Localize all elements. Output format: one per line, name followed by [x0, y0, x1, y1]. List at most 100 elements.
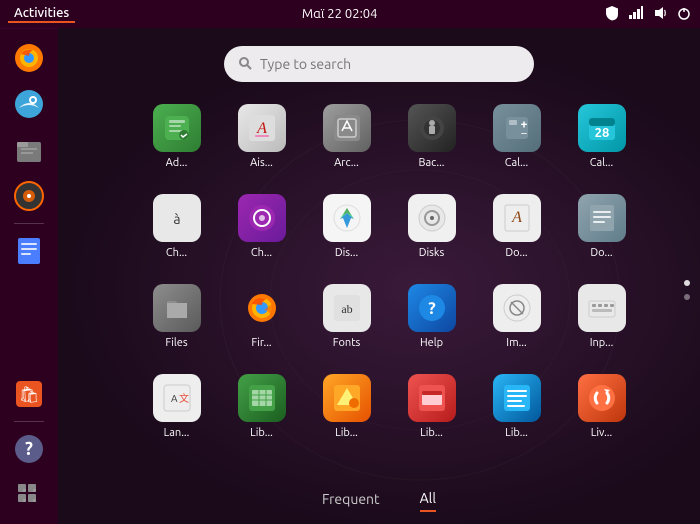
app-icon-lib-calc: [238, 374, 286, 422]
search-input[interactable]: [260, 56, 520, 72]
list-item[interactable]: Arc...: [304, 96, 389, 186]
topbar-left: Activities: [8, 6, 75, 23]
app-label: Liv...: [591, 427, 612, 439]
svg-text:ab: ab: [341, 302, 352, 316]
sidebar-item-thunderbird[interactable]: [8, 83, 50, 125]
app-label: Ch...: [166, 247, 187, 259]
list-item[interactable]: Lib...: [389, 366, 474, 456]
app-label: Do...: [505, 247, 527, 259]
list-item[interactable]: Do...: [559, 186, 644, 276]
app-label: Arc...: [334, 157, 359, 169]
svg-text:?: ?: [428, 299, 436, 318]
list-item[interactable]: ab Fonts: [304, 276, 389, 366]
svg-text:A: A: [511, 209, 522, 226]
list-item[interactable]: A文 Lan...: [134, 366, 219, 456]
app-icon-do2: [578, 194, 626, 242]
app-icon-inp: [578, 284, 626, 332]
list-item[interactable]: A Do...: [474, 186, 559, 276]
app-icon-calendar: 28: [578, 104, 626, 152]
sidebar-item-software[interactable]: 🛍: [8, 373, 50, 415]
svg-text:文: 文: [179, 392, 189, 404]
tabs-bar: Frequent All: [322, 490, 436, 512]
list-item[interactable]: Im...: [474, 276, 559, 366]
volume-icon[interactable]: [652, 5, 668, 24]
app-label: Bac...: [419, 157, 445, 169]
search-icon: [238, 56, 252, 73]
app-icon-lib-impress: [408, 374, 456, 422]
pagination-dot-1: [684, 280, 690, 286]
app-grid: Ad... A Ais... Arc... Bac... +− Cal...: [114, 96, 644, 456]
app-icon-files: [153, 284, 201, 332]
app-icon-help: ?: [408, 284, 456, 332]
list-item[interactable]: Dis...: [304, 186, 389, 276]
app-icon-bac: [408, 104, 456, 152]
list-item[interactable]: Lib...: [474, 366, 559, 456]
app-icon-disks: [408, 194, 456, 242]
list-item[interactable]: Files: [134, 276, 219, 366]
pagination-dots: [684, 280, 690, 300]
sidebar-item-help[interactable]: ?: [8, 428, 50, 470]
activities-button[interactable]: Activities: [8, 6, 75, 23]
tab-all[interactable]: All: [420, 490, 436, 512]
sidebar-item-firefox[interactable]: [8, 37, 50, 79]
sidebar-item-app-grid[interactable]: [8, 474, 50, 516]
list-item[interactable]: Disks: [389, 186, 474, 276]
app-icon-fonts: ab: [323, 284, 371, 332]
app-label: Dis...: [335, 247, 358, 259]
app-icon-lan: A文: [153, 374, 201, 422]
pagination-dot-2: [684, 294, 690, 300]
svg-text:à: à: [173, 211, 180, 227]
app-label: Ais...: [250, 157, 273, 169]
app-icon-ch2: [238, 194, 286, 242]
list-item[interactable]: A Ais...: [219, 96, 304, 186]
app-icon-dis: [323, 194, 371, 242]
sidebar-divider-2: [14, 421, 44, 422]
topbar-datetime: Μαϊ 22 02:04: [302, 7, 378, 21]
app-label: Cal...: [505, 157, 528, 169]
topbar: Activities Μαϊ 22 02:04: [0, 0, 700, 28]
app-icon-livepatch: [578, 374, 626, 422]
list-item[interactable]: à Ch...: [134, 186, 219, 276]
app-icon-ad: [153, 104, 201, 152]
list-item[interactable]: 28 Cal...: [559, 96, 644, 186]
topbar-right: [604, 5, 692, 24]
app-label: Ad...: [166, 157, 188, 169]
app-label: Ch...: [251, 247, 272, 259]
power-icon[interactable]: [676, 5, 692, 24]
app-icon-lib-writer: [493, 374, 541, 422]
app-label: Fir...: [251, 337, 271, 349]
app-label: Inp...: [590, 337, 614, 349]
list-item[interactable]: Fir...: [219, 276, 304, 366]
svg-text:A: A: [171, 393, 178, 404]
list-item[interactable]: Bac...: [389, 96, 474, 186]
app-label: Lib...: [335, 427, 358, 439]
list-item[interactable]: Lib...: [219, 366, 304, 456]
list-item[interactable]: +− Cal...: [474, 96, 559, 186]
list-item[interactable]: ? Help: [389, 276, 474, 366]
app-icon-firefox: [238, 284, 286, 332]
list-item[interactable]: Liv...: [559, 366, 644, 456]
app-icon-arc: [323, 104, 371, 152]
sidebar-item-rhythmbox[interactable]: [8, 175, 50, 217]
svg-text:−: −: [520, 127, 527, 140]
app-label: Fonts: [333, 337, 361, 349]
svg-text:A: A: [256, 120, 267, 137]
sidebar-item-files[interactable]: [8, 129, 50, 171]
app-label: Lib...: [250, 427, 273, 439]
search-bar[interactable]: [224, 46, 534, 82]
network-icon[interactable]: [628, 5, 644, 24]
list-item[interactable]: Inp...: [559, 276, 644, 366]
search-container: [224, 46, 534, 82]
tab-frequent[interactable]: Frequent: [322, 491, 380, 511]
svg-text:🛍: 🛍: [19, 386, 39, 404]
app-label: Files: [165, 337, 187, 349]
list-item[interactable]: Ch...: [219, 186, 304, 276]
list-item[interactable]: Ad...: [134, 96, 219, 186]
list-item[interactable]: Lib...: [304, 366, 389, 456]
shield-icon[interactable]: [604, 5, 620, 24]
app-icon-do1: A: [493, 194, 541, 242]
sidebar-divider: [14, 223, 44, 224]
app-icon-im: [493, 284, 541, 332]
sidebar-item-writer[interactable]: [8, 230, 50, 272]
sidebar: 🛍 ?: [0, 28, 58, 524]
